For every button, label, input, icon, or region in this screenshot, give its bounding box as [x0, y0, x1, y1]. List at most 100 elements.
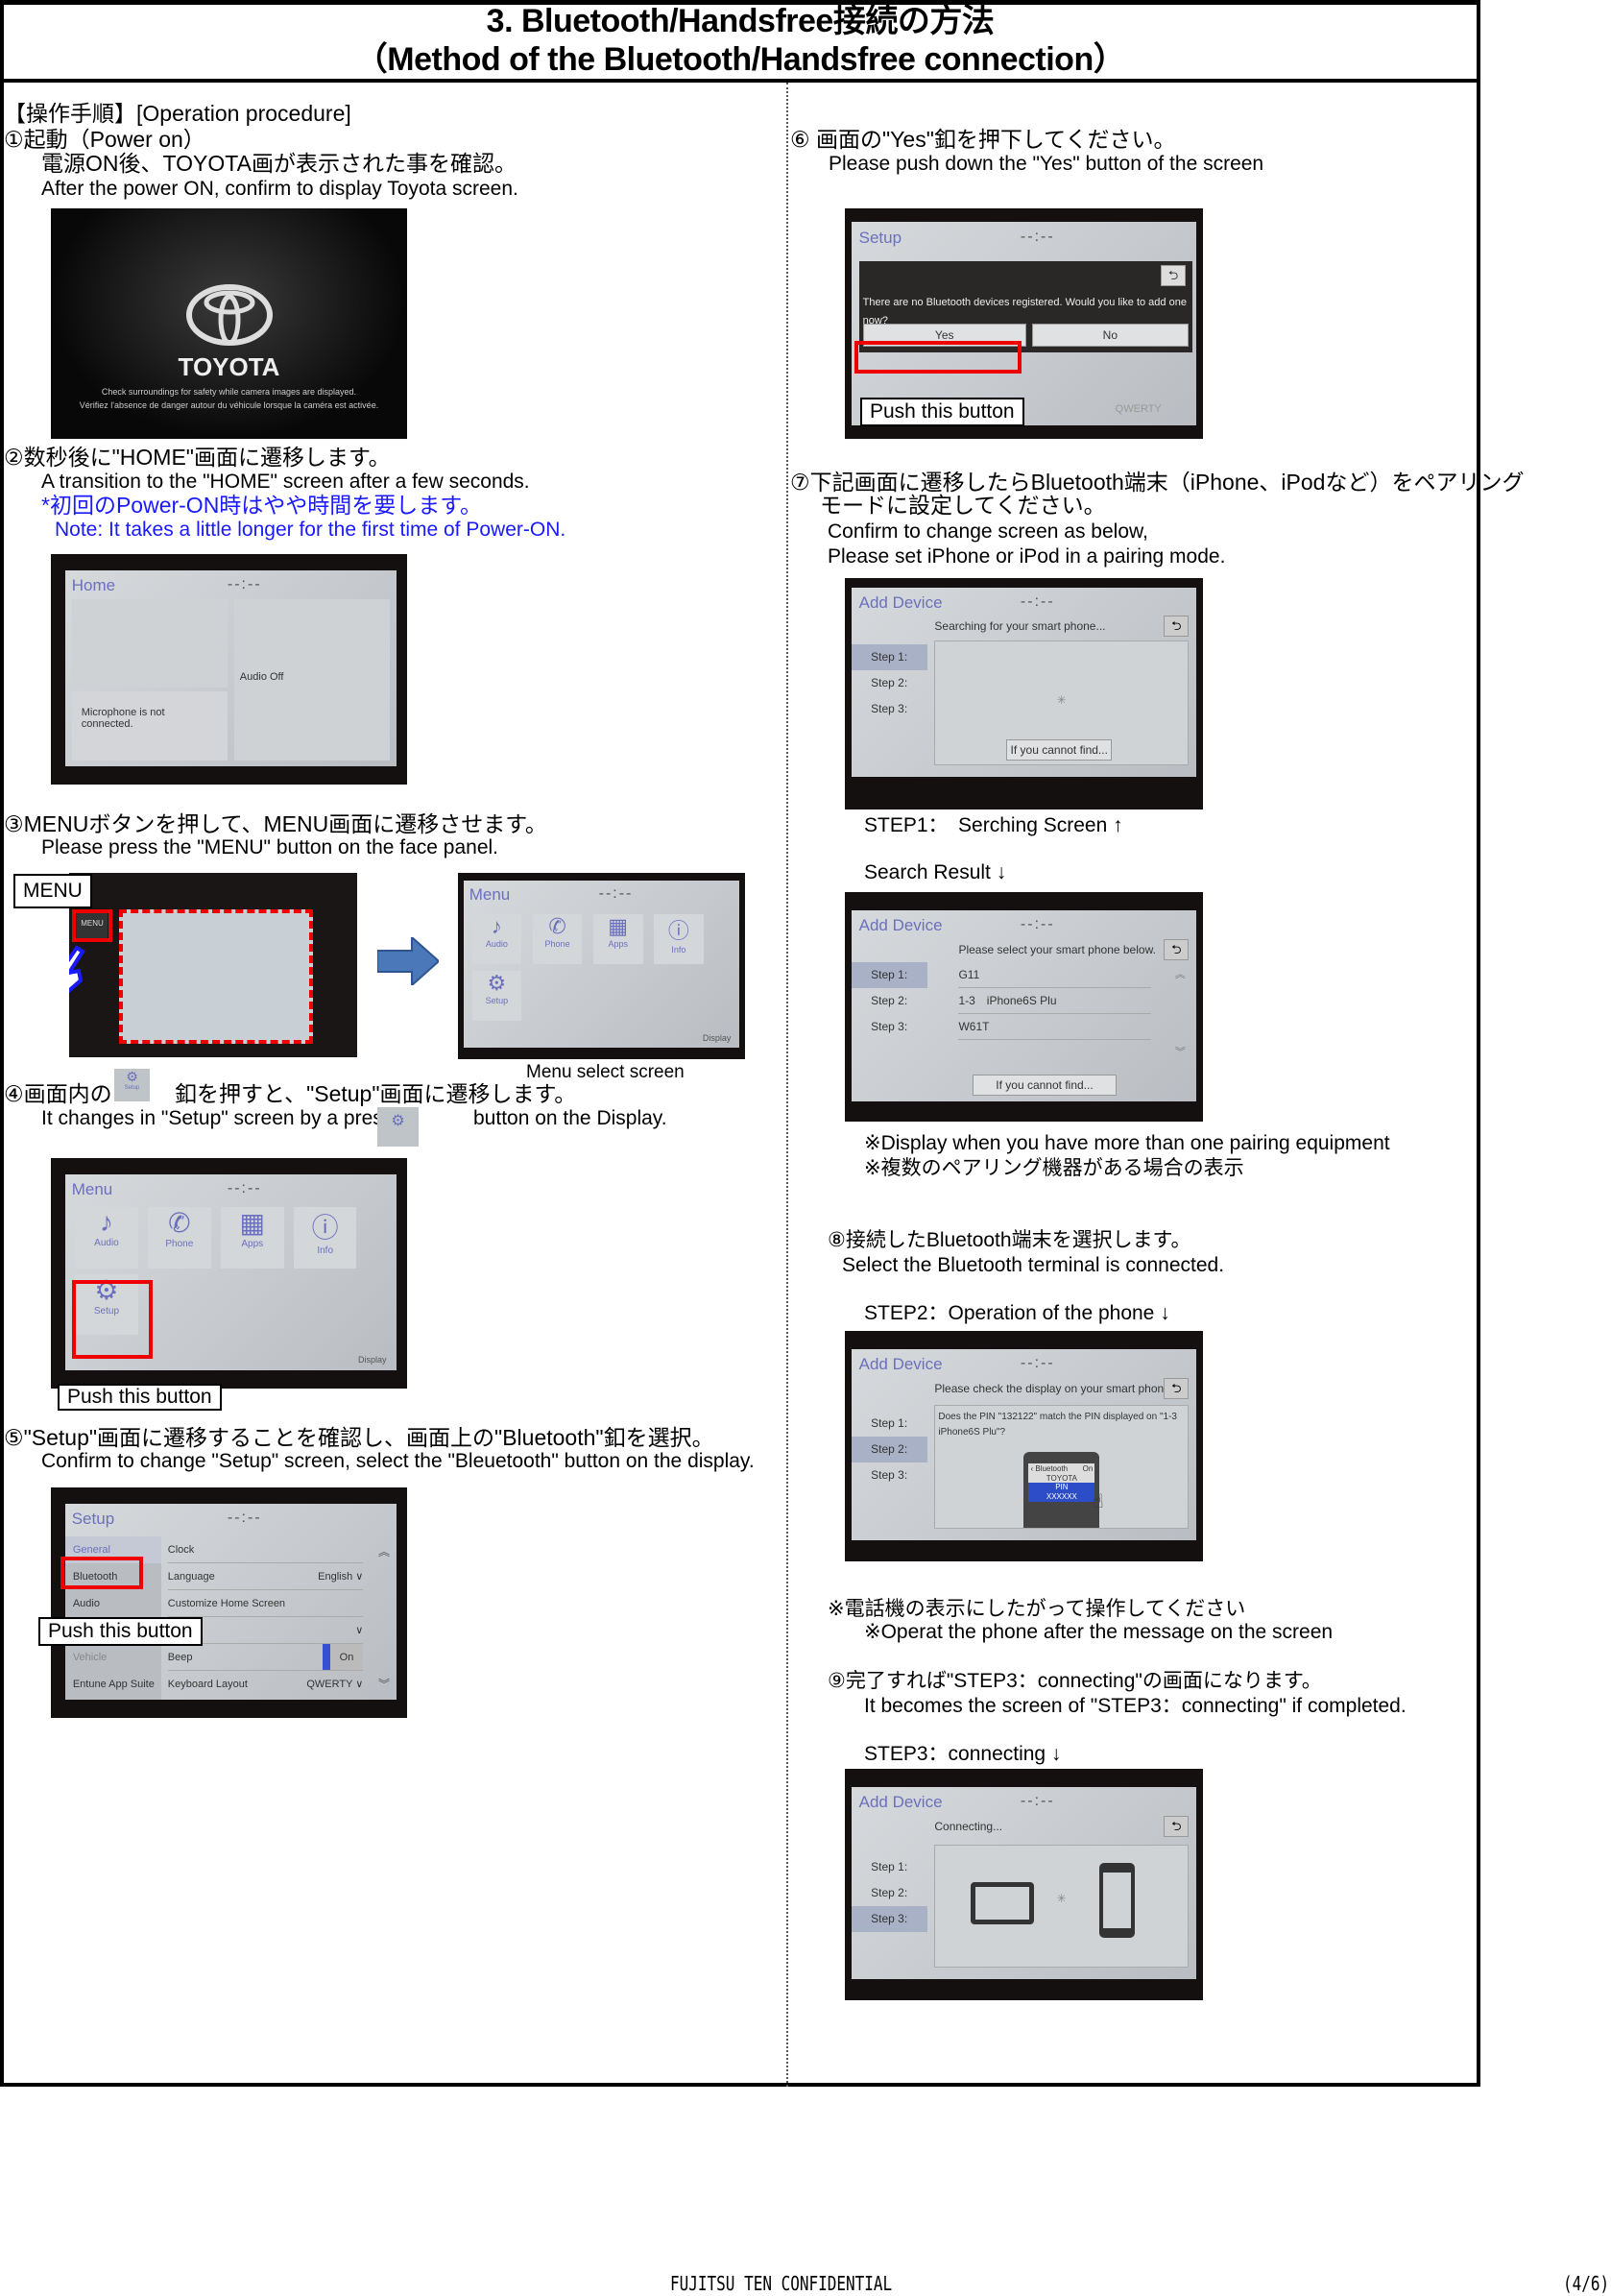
step-3: Step 3:	[871, 1019, 908, 1033]
step2-caption: STEP2：Operation of the phone ↓	[864, 1302, 1170, 1324]
home-tile-audio[interactable]: Audio Off	[233, 599, 390, 761]
scroll-up-icon[interactable]: ︽	[1175, 966, 1186, 981]
sidebar-item-vehicle[interactable]: Vehicle	[65, 1644, 161, 1671]
step-list: Step 1: Step 2: Step 3:	[852, 961, 928, 1040]
menu-label: Info	[671, 944, 686, 955]
setting-row-beep[interactable]: Beep On	[167, 1644, 364, 1672]
device-item[interactable]: 1-3 iPhone6S Plu	[958, 988, 1151, 1014]
page-number: (4/6)	[1563, 2272, 1610, 2295]
menu-setup-button[interactable]: ⚙ Setup	[471, 971, 522, 1022]
menu-info-button[interactable]: ⓘ Info	[293, 1207, 357, 1269]
no-button[interactable]: No	[1031, 323, 1189, 347]
device-list: G11 1-3 iPhone6S Plu W61T	[958, 962, 1151, 1040]
step-1: Step 1:	[852, 961, 928, 988]
menu-audio-button[interactable]: ♪ Audio	[471, 913, 522, 965]
back-icon[interactable]: ⮌	[1164, 1378, 1190, 1400]
toyota-brand-text: TOYOTA	[178, 352, 280, 381]
setting-row-home[interactable]: Customize Home Screen	[167, 1590, 364, 1618]
menu-screen-photo-2: Menu --:-- ♪ Audio ✆ Phone ▦ Apps ⓘ Info ⚙ Se…	[51, 1158, 407, 1389]
home-screen: Home --:-- Microphone is not connected. …	[64, 569, 397, 766]
connecting-screen-photo: Add Device --:-- Connecting... ⮌ Step 1:…	[845, 1769, 1203, 2000]
clock: --:--	[598, 884, 634, 902]
status-header: Searching for your smart phone...	[934, 619, 1106, 634]
clock: --:--	[227, 1179, 262, 1196]
setting-label: Clock	[167, 1544, 195, 1557]
step3-caption: STEP3：connecting ↓	[864, 1743, 1062, 1765]
step2-note-ja: *初回のPower-ON時はやや時間を要します。	[41, 493, 483, 518]
menu-audio-button[interactable]: ♪ Audio	[75, 1207, 138, 1269]
setting-row-clock[interactable]: Clock	[167, 1536, 364, 1564]
scroll-down-icon[interactable]: ︾	[378, 1676, 390, 1692]
setup-dialog-screen: Setup --:-- QWERTY ⮌ There are no Blueto…	[852, 222, 1196, 425]
device-item[interactable]: W61T	[958, 1014, 1151, 1040]
yes-highlight	[854, 341, 1022, 374]
step3-title: ③MENUボタンを押して、MENU画面に遷移させます。	[4, 811, 547, 836]
home-screen-photo: Home --:-- Microphone is not connected. …	[51, 554, 407, 785]
clock: --:--	[227, 575, 262, 592]
step1-title: ①起動（Power on）	[4, 127, 205, 152]
step3-en: Please press the "MENU" button on the fa…	[41, 836, 499, 858]
result-screen-photo: Add Device --:-- Please select your smar…	[845, 892, 1203, 1122]
device-item[interactable]: G11	[958, 962, 1151, 988]
step5-title: ⑤"Setup"画面に遷移することを確認し、画面上の"Bluetooth"釦を選…	[4, 1425, 714, 1450]
spinner-icon: ✳	[1056, 1892, 1067, 1906]
back-icon[interactable]: ⮌	[1164, 938, 1190, 960]
step5-en: Confirm to change "Setup" screen, select…	[41, 1450, 755, 1472]
step1-ja: 電源ON後、TOYOTA画が表示された事を確認。	[41, 151, 517, 176]
cannot-find-button[interactable]: If you cannot find...	[1006, 739, 1113, 761]
screen-title: Add Device	[858, 592, 943, 612]
searching-screen-photo: Add Device --:-- Searching for your smar…	[845, 578, 1203, 810]
menu-apps-button[interactable]: ▦ Apps	[221, 1207, 284, 1269]
arrow-right-icon	[377, 937, 439, 985]
step4-en-a: It changes in "Setup" screen by a pres	[41, 1107, 383, 1129]
menu-highlight	[72, 909, 112, 942]
menu-phone-button[interactable]: ✆ Phone	[148, 1207, 211, 1269]
add-device-screen: Add Device --:-- Connecting... ⮌ Step 1:…	[852, 1787, 1196, 1980]
setting-row-language[interactable]: Language English ∨	[167, 1563, 364, 1591]
menu-label: Audio	[94, 1238, 119, 1249]
screen-title: Setup	[858, 228, 902, 247]
home-tile-phone[interactable]: Microphone is not connected.	[71, 691, 228, 761]
search-panel: ✳ If you cannot find...	[934, 640, 1190, 766]
beep-toggle[interactable]: On	[322, 1644, 364, 1671]
hand-tap-icon: ☝	[1092, 1490, 1104, 1512]
pin-screen-photo: Add Device --:-- Please check the displa…	[845, 1331, 1203, 1561]
menu-label: Phone	[544, 938, 570, 949]
menu-phone-button[interactable]: ✆ Phone	[532, 913, 583, 965]
step-2: Step 2:	[852, 1436, 928, 1462]
setting-row-keyboard[interactable]: Keyboard Layout QWERTY ∨	[168, 1671, 364, 1698]
multi-device-note-ja: ※複数のペアリング機器がある場合の表示	[864, 1157, 1244, 1179]
column-divider	[786, 83, 788, 2087]
clock: --:--	[1020, 1355, 1055, 1372]
screen-title: Menu	[469, 884, 511, 904]
display-button[interactable]: Display	[358, 1355, 387, 1365]
phone-device-name: TOYOTA	[1028, 1474, 1095, 1484]
sidebar-item-entune[interactable]: Entune App Suite	[65, 1671, 161, 1698]
phone-bt-label: ‹ Bluetooth	[1030, 1464, 1069, 1474]
safety-text: Check surroundings for safety while came…	[101, 387, 357, 397]
back-icon[interactable]: ⮌	[1164, 616, 1190, 638]
cannot-find-button[interactable]: If you cannot find...	[972, 1074, 1118, 1096]
scroll-down-icon[interactable]: ︾	[1175, 1044, 1186, 1059]
display-button[interactable]: Display	[703, 1033, 732, 1043]
menu-apps-button[interactable]: ▦ Apps	[592, 913, 643, 965]
setup-icon: ⚙	[377, 1107, 419, 1147]
step-3: Step 3:	[871, 701, 908, 715]
push-button-callout: Push this button	[58, 1384, 222, 1411]
screen-title: Add Device	[858, 1355, 943, 1374]
setup-icon-label: Setup	[124, 1085, 140, 1091]
menu-callout: MENU	[13, 874, 92, 908]
menu-label: Phone	[165, 1239, 194, 1250]
back-icon[interactable]: ⮌	[1164, 1816, 1190, 1838]
add-device-screen: Add Device --:-- Please select your smar…	[852, 910, 1196, 1101]
phone-illustration: ‹ Bluetooth On TOYOTA PIN XXXXXX	[1023, 1452, 1100, 1529]
scroll-up-icon[interactable]: ︽	[378, 1543, 390, 1559]
menu-info-button[interactable]: ⓘ Info	[654, 913, 704, 965]
step-1: Step 1:	[871, 1415, 908, 1430]
home-tile[interactable]	[71, 599, 228, 689]
step4-title-b: 釦を押すと、"Setup"画面に遷移します。	[175, 1081, 577, 1106]
clock: --:--	[1020, 228, 1055, 245]
back-icon[interactable]: ⮌	[1161, 264, 1187, 286]
sidebar-item-audio[interactable]: Audio	[65, 1590, 161, 1617]
setting-value: ∨	[355, 1625, 364, 1637]
